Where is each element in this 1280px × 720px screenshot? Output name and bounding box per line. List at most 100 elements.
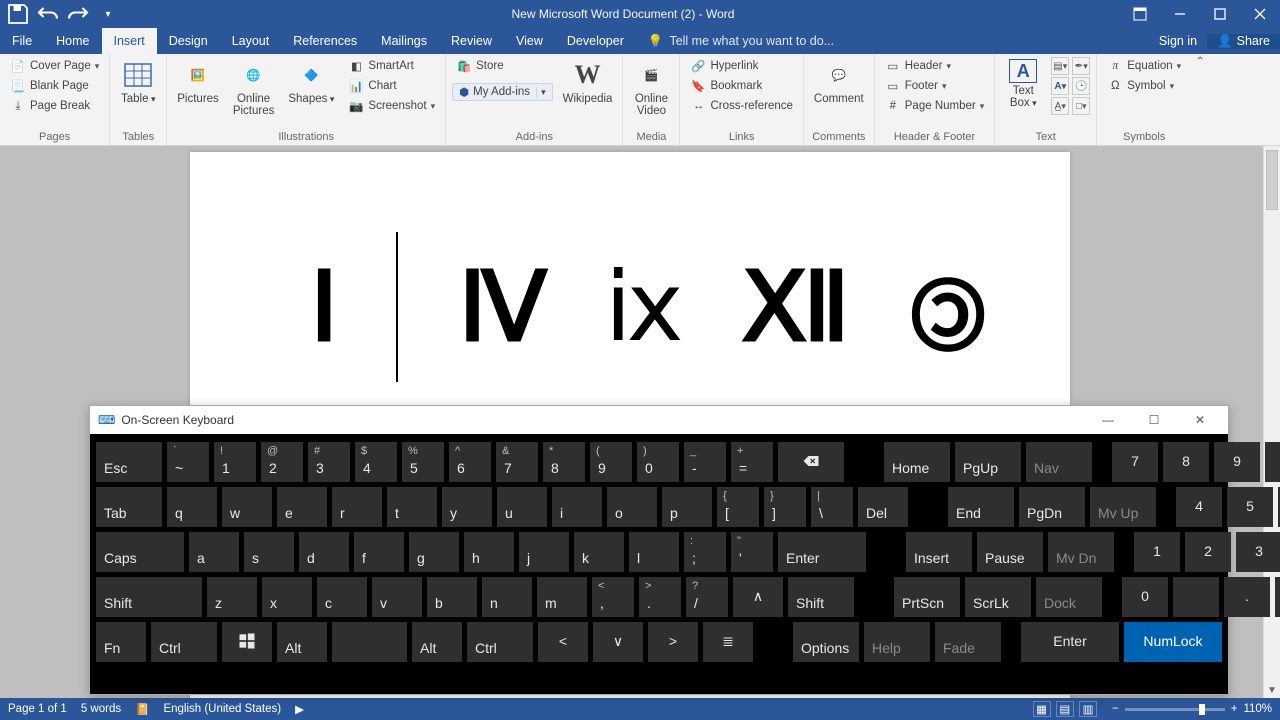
cross-reference-button[interactable]: ↔Cross-reference <box>686 97 796 115</box>
zoom-in-button[interactable]: + <box>1231 703 1238 715</box>
key-shift[interactable]: Shift <box>788 577 854 617</box>
key-d[interactable]: d <box>299 532 349 572</box>
key--[interactable]: _- <box>684 442 726 482</box>
key--[interactable]: >. <box>639 577 681 617</box>
tab-view[interactable]: View <box>504 28 555 54</box>
key--[interactable]: "' <box>731 532 773 572</box>
my-addins-button[interactable]: ⬢My Add-ins▾ <box>452 83 552 101</box>
key-l[interactable]: l <box>629 532 679 572</box>
key--[interactable]: `~ <box>167 442 209 482</box>
key-nav[interactable]: Nav <box>1026 442 1092 482</box>
key-ctrl[interactable]: Ctrl <box>151 622 217 662</box>
redo-icon[interactable] <box>66 3 90 25</box>
shapes-button[interactable]: 🔷Shapes <box>284 57 338 107</box>
scroll-thumb[interactable] <box>1266 150 1278 210</box>
header-button[interactable]: ▭Header <box>881 57 989 75</box>
key-mv-up[interactable]: Mv Up <box>1090 487 1156 527</box>
sign-in-link[interactable]: Sign in <box>1149 34 1207 48</box>
key--[interactable]: > <box>648 622 698 662</box>
zoom-slider[interactable] <box>1125 708 1225 711</box>
key--[interactable]: ∨ <box>593 622 643 662</box>
key-g[interactable]: g <box>409 532 459 572</box>
tell-me-search[interactable]: 💡 Tell me what you want to do... <box>636 28 846 54</box>
key--[interactable]: }] <box>764 487 806 527</box>
key-fn[interactable]: Fn <box>96 622 146 662</box>
collapse-ribbon-icon[interactable]: ⌃ <box>1191 54 1209 145</box>
key-t[interactable]: t <box>387 487 437 527</box>
key-prtscn[interactable]: PrtScn <box>894 577 960 617</box>
status-macro-icon[interactable]: ▶ <box>295 702 304 716</box>
osk-minimize-icon[interactable]: — <box>1088 413 1128 427</box>
key-3[interactable]: #3 <box>308 442 350 482</box>
key-pause[interactable]: Pause <box>977 532 1043 572</box>
footer-button[interactable]: ▭Footer <box>881 77 989 95</box>
symbol-button[interactable]: ΩSymbol <box>1103 77 1185 95</box>
key--[interactable]: + <box>1275 577 1280 617</box>
key-blank[interactable] <box>1173 577 1219 617</box>
key--[interactable]: ∧ <box>733 577 783 617</box>
key-5[interactable]: 5 <box>1227 487 1273 527</box>
key-esc[interactable]: Esc <box>96 442 162 482</box>
key-7[interactable]: 7 <box>1112 442 1158 482</box>
key-e[interactable]: e <box>277 487 327 527</box>
ribbon-display-options-icon[interactable] <box>1120 0 1160 28</box>
quick-parts-button[interactable]: ▤ <box>1051 57 1069 75</box>
page-break-button[interactable]: ⤓Page Break <box>6 97 103 115</box>
key--[interactable]: ≣ <box>703 622 753 662</box>
key-alt[interactable]: Alt <box>277 622 327 662</box>
view-print-icon[interactable]: ▤ <box>1056 701 1074 717</box>
key-pgup[interactable]: PgUp <box>955 442 1021 482</box>
zoom-out-button[interactable]: − <box>1112 703 1119 715</box>
tab-layout[interactable]: Layout <box>220 28 282 54</box>
key-help[interactable]: Help <box>864 622 930 662</box>
key-w[interactable]: w <box>222 487 272 527</box>
key-numlock[interactable]: NumLock <box>1124 622 1222 662</box>
key--[interactable]: <, <box>592 577 634 617</box>
key-3[interactable]: 3 <box>1236 532 1280 572</box>
zoom-level[interactable]: 110% <box>1243 703 1272 715</box>
key-fade[interactable]: Fade <box>935 622 1001 662</box>
key-space[interactable] <box>332 622 407 662</box>
tab-insert[interactable]: Insert <box>102 28 157 54</box>
blank-page-button[interactable]: 📃Blank Page <box>6 77 103 95</box>
key-backspace[interactable] <box>778 442 844 482</box>
key-dock[interactable]: Dock <box>1036 577 1102 617</box>
table-button[interactable]: Table <box>116 57 160 107</box>
share-button[interactable]: 👤 Share <box>1207 34 1280 49</box>
key-v[interactable]: v <box>372 577 422 617</box>
key-4[interactable]: $4 <box>355 442 397 482</box>
key-mv-dn[interactable]: Mv Dn <box>1048 532 1114 572</box>
undo-icon[interactable] <box>36 3 60 25</box>
key-caps[interactable]: Caps <box>96 532 184 572</box>
key-c[interactable]: c <box>317 577 367 617</box>
key-enter[interactable]: Enter <box>778 532 866 572</box>
tab-file[interactable]: File <box>0 28 44 54</box>
equation-button[interactable]: πEquation <box>1103 57 1185 75</box>
key--[interactable]: / <box>1265 442 1280 482</box>
key-2[interactable]: @2 <box>261 442 303 482</box>
bookmark-button[interactable]: 🔖Bookmark <box>686 77 796 95</box>
qat-customize-icon[interactable]: ▾ <box>96 3 120 25</box>
signature-line-button[interactable]: ✒ <box>1072 57 1090 75</box>
status-language[interactable]: English (United States) <box>163 703 281 715</box>
key-enter[interactable]: Enter <box>1021 622 1119 662</box>
key--[interactable]: :; <box>684 532 726 572</box>
key-y[interactable]: y <box>442 487 492 527</box>
key--[interactable]: += <box>731 442 773 482</box>
status-page[interactable]: Page 1 of 1 <box>8 703 67 715</box>
view-web-icon[interactable]: ▥ <box>1079 701 1097 717</box>
save-icon[interactable] <box>6 3 30 25</box>
key-pgdn[interactable]: PgDn <box>1019 487 1085 527</box>
date-time-button[interactable]: 🕒 <box>1072 77 1090 95</box>
key-shift[interactable]: Shift <box>96 577 202 617</box>
tab-mailings[interactable]: Mailings <box>369 28 439 54</box>
key-2[interactable]: 2 <box>1185 532 1231 572</box>
close-icon[interactable] <box>1240 0 1280 28</box>
key-b[interactable]: b <box>427 577 477 617</box>
key-scrlk[interactable]: ScrLk <box>965 577 1031 617</box>
key-windows[interactable] <box>222 622 272 662</box>
key-home[interactable]: Home <box>884 442 950 482</box>
hyperlink-button[interactable]: 🔗Hyperlink <box>686 57 796 75</box>
minimize-icon[interactable] <box>1160 0 1200 28</box>
key--[interactable]: . <box>1224 577 1270 617</box>
